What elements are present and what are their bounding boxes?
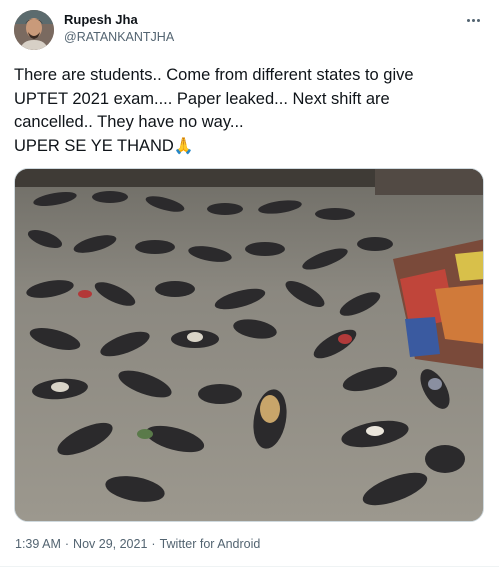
tweet-text-line: UPER SE YE THAND🙏: [14, 135, 489, 159]
more-horizontal-icon[interactable]: [461, 10, 485, 30]
tweet-photo[interactable]: [14, 168, 484, 522]
author-display-name[interactable]: Rupesh Jha: [64, 12, 174, 28]
tweet-meta: 1:39 AM · Nov 29, 2021 · Twitter for Android: [15, 537, 260, 551]
author-block: Rupesh Jha @RATANKANTJHA: [64, 12, 174, 45]
tweet-text-line: cancelled.. They have no way...: [14, 113, 244, 131]
tweet-date[interactable]: Nov 29, 2021: [73, 537, 147, 551]
tweet-text-line: There are students.. Come from different…: [14, 66, 414, 84]
divider: [0, 566, 499, 567]
author-handle[interactable]: @RATANKANTJHA: [64, 29, 174, 45]
meta-separator: ·: [151, 537, 156, 551]
tweet-text-line: UPTET 2021 exam.... Paper leaked... Next…: [14, 89, 390, 108]
tweet-time[interactable]: 1:39 AM: [15, 537, 61, 551]
tweet-text-line-content: UPER SE YE THAND: [14, 136, 174, 155]
tweet-card: Rupesh Jha @RATANKANTJHA There are stude…: [0, 0, 499, 571]
tweet-text: There are students.. Come from different…: [14, 64, 489, 158]
avatar[interactable]: [14, 10, 54, 50]
meta-separator: ·: [64, 537, 70, 551]
folded-hands-emoji-icon: 🙏: [173, 137, 194, 155]
tweet-source[interactable]: Twitter for Android: [160, 537, 261, 551]
photo-students-sleeping-on-ground: [15, 169, 483, 521]
